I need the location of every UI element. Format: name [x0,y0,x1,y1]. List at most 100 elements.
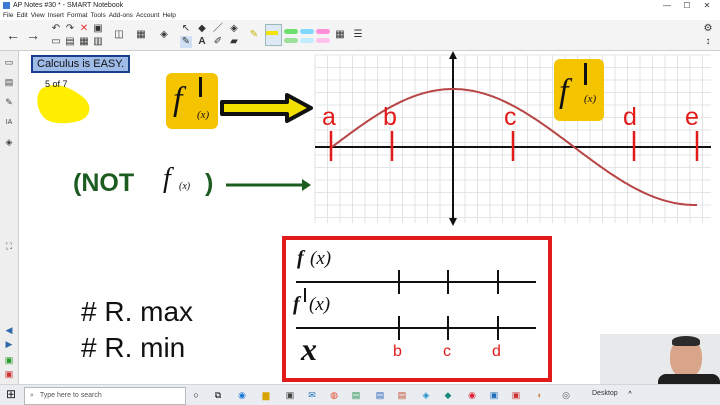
close-button[interactable]: ✕ [700,0,714,11]
not-label-open: (NOT [73,169,135,197]
forward-arrow-icon[interactable]: → [26,28,40,42]
fx-left-f: f [173,81,183,118]
menu-tools[interactable]: Tools [91,12,106,19]
undo-icon[interactable]: ↶ [50,23,62,35]
highlighter-green-icon[interactable] [284,29,298,34]
menu-file[interactable]: File [3,12,13,19]
smart-notebook-icon[interactable]: ◈ [420,389,432,401]
redo-icon[interactable]: ↷ [64,23,76,35]
highlighter-blue-icon[interactable] [300,29,314,34]
task-view-icon[interactable]: ⧉ [212,389,224,401]
menu-help[interactable]: Help [162,12,175,19]
cortana-icon[interactable]: ○ [190,389,202,401]
taskbar-search[interactable]: ⌕ Type here to search [24,387,186,405]
graph-label-c: c [504,103,517,131]
save-icon[interactable]: ▦ [78,36,90,48]
fx-left-x: (x) [197,109,210,121]
powerpoint-icon[interactable]: ▤ [396,389,408,401]
yellow-highlight-blob [37,85,90,124]
pen-selected-icon[interactable] [265,24,282,46]
pen-yellow-icon[interactable]: ✎ [248,29,260,41]
page-sorter-icon[interactable]: ▭ [4,57,14,68]
chrome-icon[interactable]: ◍ [328,389,340,401]
not-label-f: f [163,163,171,194]
paste-icon[interactable]: ▥ [92,36,104,48]
presenter-hair [672,336,700,346]
menu-account[interactable]: Account [136,12,160,19]
taskbar-app-icon[interactable]: ◆ [442,389,454,401]
minimize-button[interactable]: — [660,0,674,11]
maximize-button[interactable]: ☐ [680,0,694,11]
not-fx-arrow-head [302,179,311,191]
attachments-icon[interactable]: ✎ [4,97,14,108]
open-icon[interactable]: ▤ [64,36,76,48]
sign-chart-ticks [398,270,499,340]
menu-view[interactable]: View [31,12,45,19]
select-icon[interactable]: ↖ [180,23,192,35]
menu-format[interactable]: Format [67,12,88,19]
desktop-label[interactable]: Desktop [592,390,618,397]
document-camera-icon[interactable]: ◫ [113,29,125,41]
new-page-icon[interactable]: ▭ [50,36,62,48]
magic-pen-icon[interactable]: ✐ [212,36,224,48]
add-ons-icon[interactable]: ◈ [158,29,170,41]
taskbar-app-6-icon[interactable]: ◎ [560,389,572,401]
excel-icon[interactable]: ▤ [350,389,362,401]
back-arrow-icon[interactable]: ← [6,28,20,42]
graph-label-b: b [383,103,397,131]
slide-title[interactable]: Calculus is EASY. [31,55,131,73]
window-title: AP Notes #30 * - SMART Notebook [13,2,124,9]
shapes-icon[interactable]: ◆ [196,23,208,35]
highlighter-pink-icon[interactable] [316,29,330,34]
highlighter-lightpink-icon[interactable] [316,38,330,43]
table-icon[interactable]: ▦ [135,29,147,41]
menu-bar: File Edit View Insert Format Tools Add-ons Acco… [0,11,720,20]
screen-shade-icon[interactable]: ▣ [92,23,104,35]
chart-row2-prime [304,288,306,302]
pens-icon[interactable]: ✎ [180,36,192,48]
settings-gear-icon[interactable]: ⚙ [702,23,714,35]
gallery-icon[interactable]: ▤ [4,77,14,88]
chart-tick-label-d: d [492,343,501,360]
lines-icon[interactable]: ／ [212,23,224,35]
taskbar-app-3-icon[interactable]: ▣ [488,389,500,401]
full-screen-icon[interactable]: ⛶ [4,241,14,252]
taskbar-app-2-icon[interactable]: ◉ [466,389,478,401]
add-ons-panel-icon[interactable]: ◈ [4,137,14,148]
sidebar-red-icon[interactable]: ▣ [4,369,14,380]
delete-icon[interactable]: ✕ [78,23,90,35]
start-windows-icon[interactable]: ⊞ [5,388,17,400]
collapse-right-icon[interactable]: ▶ [4,339,14,350]
text-icon[interactable]: A [196,36,208,48]
highlighter-lightblue-icon[interactable] [300,38,314,43]
collapse-left-icon[interactable]: ◀ [4,325,14,336]
graph-label-d: d [623,103,637,131]
chart-row1-f: f [297,247,304,269]
word-icon[interactable]: ▤ [374,389,386,401]
menu-edit[interactable]: Edit [16,12,27,19]
line-style-icon[interactable]: ☰ [352,29,364,41]
color-palette-icon[interactable]: ▦ [334,29,346,41]
show-hidden-icons-icon[interactable]: ^ [624,389,636,401]
store-icon[interactable]: ▣ [284,389,296,401]
properties-icon[interactable]: IA [4,117,14,128]
mail-icon[interactable]: ✉ [306,389,318,401]
chart-row2-x: (x) [309,294,331,315]
search-placeholder: Type here to search [39,392,102,399]
taskbar-app-5-icon[interactable]: ◐ [534,389,546,401]
y-axis-arrow-down [449,218,457,226]
toolbar: ← → ↶ ↷ ✕ ▣ ▭ ▤ ▦ ▥ ◫ ▦ ◈ ↖ ◆ ／ ◈ ✎ A ✐ … [0,20,720,51]
file-explorer-icon[interactable]: ▆ [260,389,272,401]
sidebar-green-icon[interactable]: ▣ [4,355,14,366]
fill-icon[interactable]: ◈ [228,23,240,35]
edge-browser-icon[interactable]: ◉ [236,389,248,401]
taskbar-app-4-icon[interactable]: ▣ [510,389,522,401]
slide-canvas[interactable]: Calculus is EASY. 5 of 7 f (x) f (x) (NO… [19,51,720,384]
menu-add-ons[interactable]: Add-ons [109,12,133,19]
chart-row1-x: (x) [310,248,332,269]
fx-arrow [220,93,313,123]
eraser-icon[interactable]: ▰ [228,36,240,48]
highlighter-lightgreen-icon[interactable] [284,38,298,43]
toolbar-position-icon[interactable]: ↕ [702,36,714,48]
menu-insert[interactable]: Insert [48,12,64,19]
